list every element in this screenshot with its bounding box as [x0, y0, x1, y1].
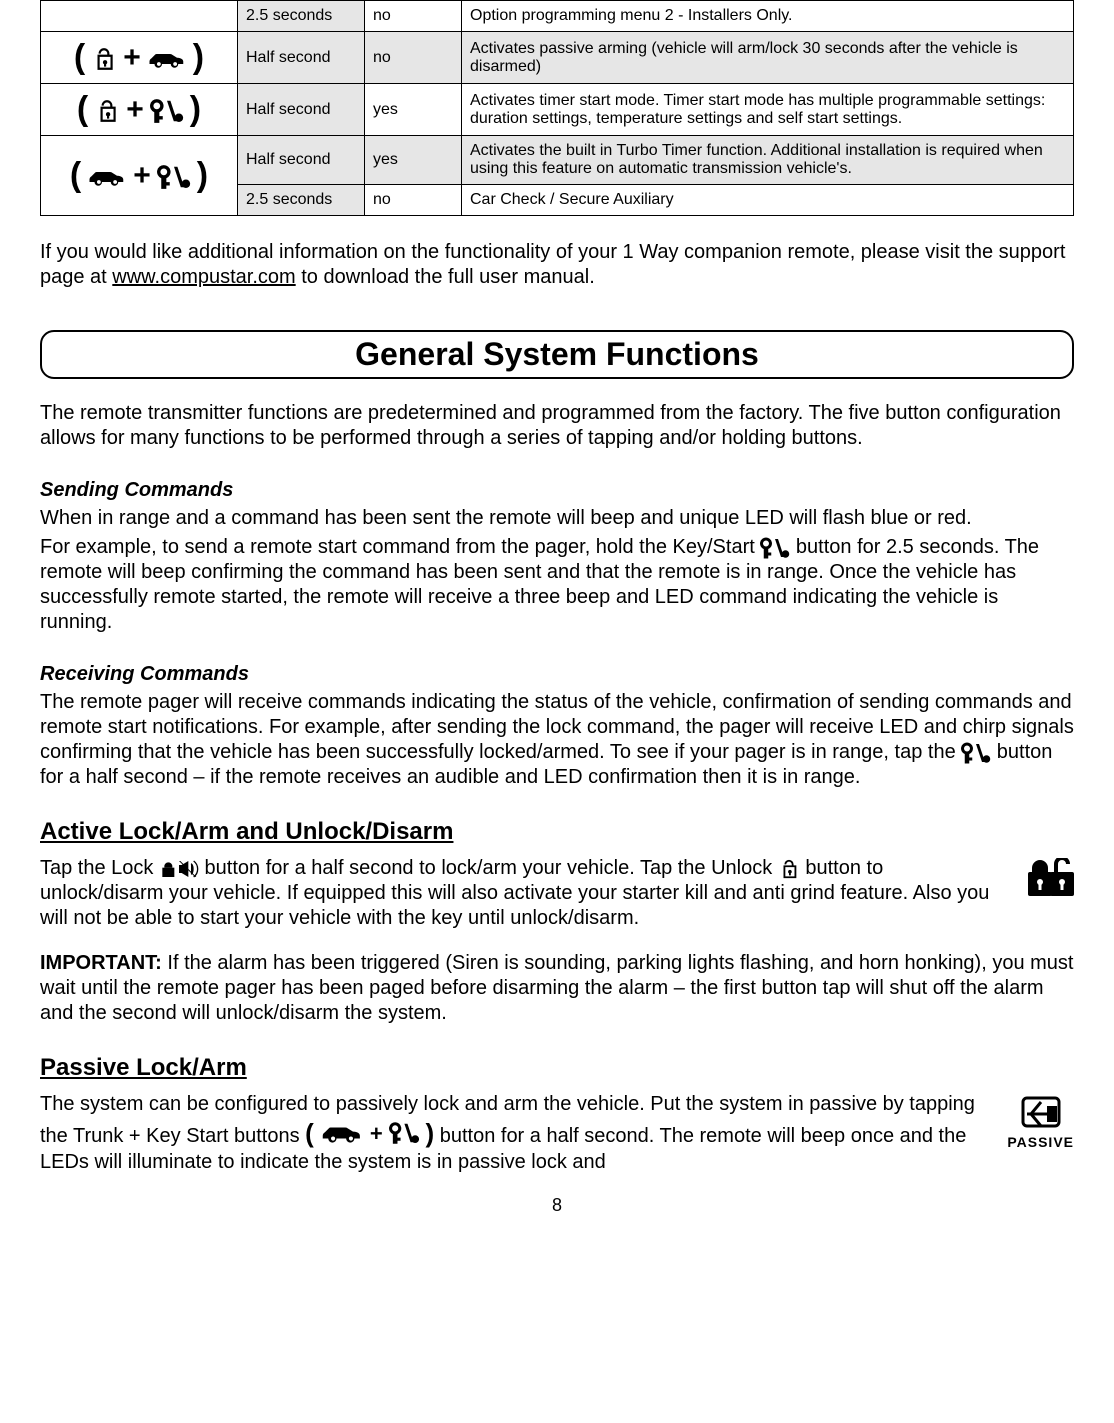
active-paragraph: Tap the Lock button for a half second to…: [40, 856, 1074, 931]
key-start-icon: [150, 93, 184, 127]
press-cell: 2.5 seconds: [238, 1, 365, 32]
desc-cell: Activates passive arming (vehicle will a…: [462, 32, 1074, 84]
plus-icon: +: [133, 159, 151, 193]
table-row: ( + ) Half second no Activates passive a…: [41, 32, 1074, 84]
active-lock-heading: Active Lock/Arm and Unlock/Disarm: [40, 818, 1074, 846]
plus-icon: +: [123, 41, 141, 75]
passive-paragraph: The system can be configured to passivel…: [40, 1092, 1074, 1175]
yn-cell: yes: [365, 136, 462, 185]
key-start-icon: [760, 536, 790, 558]
passive-badge: PASSIVE: [1007, 1094, 1074, 1150]
important-paragraph: IMPORTANT: If the alarm has been trigger…: [40, 951, 1074, 1026]
receiving-paragraph: The remote pager will receive commands i…: [40, 690, 1074, 790]
key-start-icon: [157, 159, 191, 193]
important-label: IMPORTANT:: [40, 952, 162, 974]
passive-lock-heading: Passive Lock/Arm: [40, 1054, 1074, 1082]
unlock-icon: [778, 857, 800, 879]
receiving-commands-heading: Receiving Commands: [40, 663, 1074, 686]
icon-cell-lock-plus-car: ( + ): [41, 32, 238, 84]
page-number: 8: [40, 1195, 1074, 1216]
plus-icon: +: [126, 93, 144, 127]
desc-cell: Activates the built in Turbo Timer funct…: [462, 136, 1074, 185]
lock-unlock-badge-icon: [1020, 858, 1074, 902]
icon-cell-lock-plus-key: ( + ): [41, 84, 238, 136]
icon-cell-empty: [41, 1, 238, 32]
press-cell: 2.5 seconds: [238, 185, 365, 216]
sending-line1: When in range and a command has been sen…: [40, 506, 1074, 531]
icon-cell-car-plus-key: ( + ): [41, 136, 238, 216]
car-icon: [87, 159, 127, 193]
unlock-icon: [94, 93, 120, 127]
section-title: General System Functions: [40, 330, 1074, 379]
press-cell: Half second: [238, 136, 365, 185]
important-text: If the alarm has been triggered (Siren i…: [40, 952, 1073, 1024]
intro-text-2: to download the full user manual.: [296, 266, 595, 288]
functions-table: 2.5 seconds no Option programming menu 2…: [40, 0, 1074, 216]
table-row: 2.5 seconds no Option programming menu 2…: [41, 1, 1074, 32]
desc-cell: Option programming menu 2 - Installers O…: [462, 1, 1074, 32]
yn-cell: no: [365, 185, 462, 216]
unlock-icon: [91, 41, 117, 75]
intro-paragraph: If you would like additional information…: [40, 240, 1074, 290]
sending-p2a: For example, to send a remote start comm…: [40, 536, 760, 558]
sending-paragraph-2: For example, to send a remote start comm…: [40, 535, 1074, 635]
passive-badge-caption: PASSIVE: [1007, 1134, 1074, 1150]
yn-cell: no: [365, 32, 462, 84]
car-icon: [147, 41, 187, 75]
table-row: ( + ) Half second yes Activates timer st…: [41, 84, 1074, 136]
table-row: ( + ) Half second yes Activates the buil…: [41, 136, 1074, 185]
support-link[interactable]: www.compustar.com: [112, 266, 295, 288]
yn-cell: yes: [365, 84, 462, 136]
key-start-icon: [961, 741, 991, 763]
press-cell: Half second: [238, 32, 365, 84]
desc-cell: Activates timer start mode. Timer start …: [462, 84, 1074, 136]
lock-mute-icon: [159, 857, 199, 879]
yn-cell: no: [365, 1, 462, 32]
car-plus-key-combo-icon: ( + ): [305, 1125, 440, 1147]
sending-commands-heading: Sending Commands: [40, 479, 1074, 502]
press-cell: Half second: [238, 84, 365, 136]
gsf-intro: The remote transmitter functions are pre…: [40, 401, 1074, 451]
desc-cell: Car Check / Secure Auxiliary: [462, 185, 1074, 216]
active-p-a: Tap the Lock: [40, 857, 159, 879]
active-p-b: button for a half second to lock/arm you…: [199, 857, 778, 879]
receiving-p1a: The remote pager will receive commands i…: [40, 691, 1074, 763]
